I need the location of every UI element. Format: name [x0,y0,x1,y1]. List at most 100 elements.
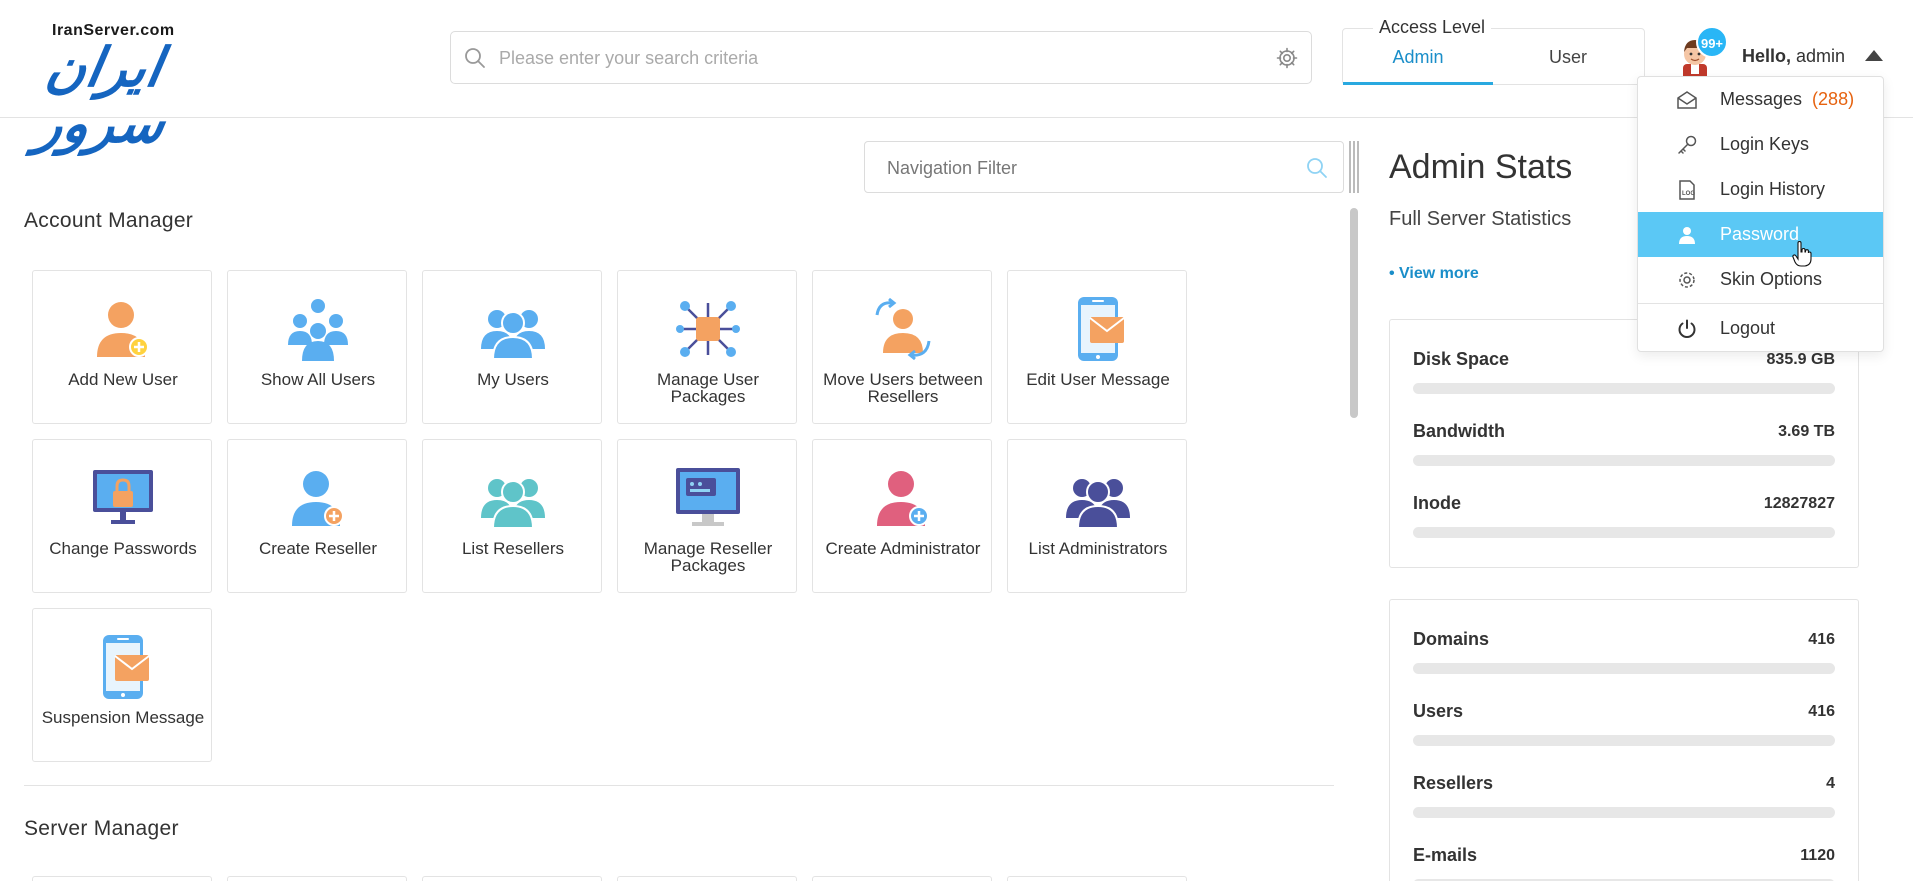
search-icon [465,48,485,68]
my-users-icon [481,310,545,360]
monitor-lock-icon [93,470,153,524]
messages-count: (288) [1812,89,1855,109]
tile-label: Show All Users [260,370,376,389]
tile-server-6[interactable] [1007,876,1187,881]
menu-label-login-keys: Login Keys [1720,134,1810,154]
stat-name: Inode [1413,493,1461,513]
stat-value: 1120 [1800,847,1835,864]
tile-label: Move Users between Resellers [823,370,983,406]
notification-badge[interactable]: 99+ [1696,26,1728,58]
progress-bar [1413,455,1835,466]
section-title-server-manager: Server Manager [24,817,179,840]
menu-item-login-keys[interactable]: Login Keys [1638,122,1883,167]
tile-list-administrators[interactable]: List Administrators [1007,439,1187,593]
tile-manage-reseller-packages[interactable]: Manage Reseller Packages [617,439,797,593]
tile-edit-user-message[interactable]: Edit User Message [1007,270,1187,424]
stat-emails: E-mails 1120 [1413,845,1835,881]
tile-label: List Resellers [461,539,565,558]
tile-label: Suspension Message [41,708,205,727]
tile-suspension-message[interactable]: Suspension Message [32,608,212,762]
stat-name: E-mails [1413,845,1478,865]
menu-label-password: Password [1720,224,1800,244]
navigation-filter-input[interactable] [887,152,1287,184]
gear-icon [1679,272,1695,288]
section-divider [24,785,1334,786]
phone-message-icon [1078,297,1125,361]
menu-divider [1638,303,1883,304]
access-level-title: Access Level [1373,17,1492,38]
tile-label: Manage Reseller Packages [643,539,773,575]
menu-item-password[interactable]: Password [1638,212,1883,257]
stat-bandwidth: Bandwidth 3.69 TB [1413,421,1835,481]
menu-item-login-history[interactable]: LOG Login History [1638,167,1883,212]
panel-resize-handle[interactable] [1349,141,1359,193]
create-admin-icon [877,471,929,526]
stat-value: 835.9 GB [1766,351,1835,368]
tile-my-users[interactable]: My Users [422,270,602,424]
stat-domains: Domains 416 [1413,629,1835,689]
admins-group-icon [1066,479,1130,529]
tab-admin[interactable]: Admin [1343,47,1493,68]
tile-label: My Users [477,370,549,389]
stat-value: 416 [1808,703,1835,720]
stat-name: Disk Space [1413,349,1510,369]
user-icon [1679,227,1695,244]
tile-server-4[interactable] [617,876,797,881]
tile-move-users[interactable]: Move Users between Resellers [812,270,992,424]
add-user-icon [97,302,149,357]
tile-label: Change Passwords [49,539,197,558]
navigation-filter [864,141,1344,193]
tile-show-all-users[interactable]: Show All Users [227,270,407,424]
log-icon: LOG [1679,180,1695,200]
caret-up-icon[interactable] [1865,50,1883,61]
tile-label: Create Reseller [258,539,378,558]
progress-bar [1413,807,1835,818]
access-level-switch: Access Level Admin User [1342,17,1645,85]
top-header: IranServer.com ایران سرور Access Level A… [0,0,1913,154]
gear-icon[interactable] [1275,46,1299,70]
tile-add-new-user[interactable]: Add New User [32,270,212,424]
stats-card-counts: Domains 416 Users 416 Resellers 4 E-mail… [1389,599,1859,881]
tile-create-reseller[interactable]: Create Reseller [227,439,407,593]
search-input[interactable] [499,41,1239,75]
stat-value: 416 [1808,631,1835,648]
tile-label: Add New User [68,370,178,389]
section-title-account-manager: Account Manager [24,209,194,232]
admin-stats-title: Admin Stats [1389,148,1573,186]
stat-name: Bandwidth [1413,421,1505,441]
progress-bar [1413,735,1835,746]
menu-item-skin-options[interactable]: Skin Options [1638,257,1883,302]
global-search [450,31,1312,84]
stat-value: 4 [1826,775,1835,792]
scrollbar[interactable] [1350,208,1358,418]
progress-bar [1413,527,1835,538]
active-tab-indicator [1343,82,1493,85]
menu-item-logout[interactable]: Logout [1638,306,1883,351]
tile-server-1[interactable] [32,876,212,881]
tile-change-passwords[interactable]: Change Passwords [32,439,212,593]
logo[interactable]: IranServer.com ایران سرور [32,22,292,154]
phone-message-icon [103,635,150,699]
stat-inode: Inode 12827827 [1413,493,1835,553]
tile-list-resellers[interactable]: List Resellers [422,439,602,593]
key-icon [1678,135,1697,154]
user-greeting[interactable]: Hello, admin [1742,46,1845,67]
tile-server-5[interactable] [812,876,992,881]
resellers-group-icon [481,479,545,529]
tab-user[interactable]: User [1493,47,1643,68]
tile-server-3[interactable] [422,876,602,881]
tile-server-2[interactable] [227,876,407,881]
search-icon[interactable] [1305,156,1329,180]
tile-label: List Administrators [1028,539,1168,558]
view-more-link[interactable]: • View more [1389,265,1479,283]
stat-disk-space: Disk Space 835.9 GB [1413,349,1835,409]
menu-label-logout: Logout [1720,318,1776,338]
menu-item-messages[interactable]: Messages (288) [1638,77,1883,122]
stat-name: Resellers [1413,773,1494,793]
monitor-package-icon [676,468,740,526]
menu-label-messages: Messages [1720,89,1803,109]
tile-manage-user-packages[interactable]: Manage User Packages [617,270,797,424]
admin-stats-subtitle: Full Server Statistics [1389,208,1572,230]
tile-create-administrator[interactable]: Create Administrator [812,439,992,593]
username: admin [1796,46,1846,66]
